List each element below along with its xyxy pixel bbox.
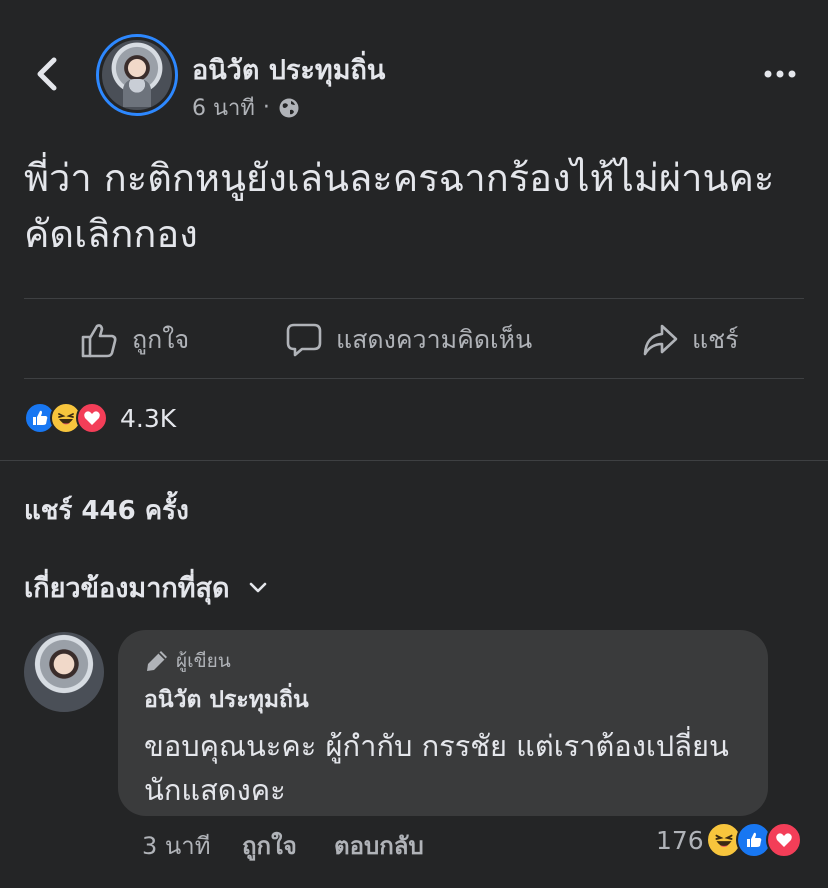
post-header: อนิวัต ประทุมถิ่น 6 นาที · [0, 0, 828, 140]
comment-sort-dropdown[interactable]: เกี่ยวข้องมากที่สุด [24, 566, 270, 609]
like-button[interactable]: ถูกใจ [80, 318, 189, 362]
comment-button[interactable]: แสดงความคิดเห็น [286, 318, 532, 362]
post-time[interactable]: 6 นาที [192, 90, 255, 125]
chevron-down-icon [249, 582, 266, 592]
pen-icon [147, 651, 167, 671]
comment-text: ขอบคุณนะคะ ผู้กำกับ กรรชัย แต่เราต้องเปล… [144, 729, 729, 807]
comment-reply-button[interactable]: ตอบกลับ [334, 826, 424, 865]
comment-label: แสดงความคิดเห็น [336, 325, 533, 354]
author-badge: ผู้เขียน [144, 646, 742, 676]
comment-avatar[interactable] [24, 632, 104, 712]
share-button[interactable]: แชร์ [642, 318, 739, 362]
divider-top [24, 298, 804, 299]
section-divider [0, 460, 828, 461]
love-reaction-icon [766, 822, 802, 858]
post-text: พี่ว่า กะติกหนูยังเล่นละครฉากร้องไห้ไม่ผ… [24, 156, 775, 256]
comment-bubble: ผู้เขียน อนิวัต ประทุมถิ่น ขอบคุณนะคะ ผู… [118, 630, 768, 816]
comment-reactions[interactable] [706, 822, 802, 858]
author-name[interactable]: อนิวัต ประทุมถิ่น [192, 48, 385, 91]
globe-icon [279, 98, 299, 117]
post-meta: 6 นาที · [192, 90, 300, 125]
comment-time: 3 นาที [142, 832, 211, 860]
comment-bubble-icon [286, 323, 322, 357]
badge-label: ผู้เขียน [176, 650, 231, 672]
reaction-count: 4.3K [120, 403, 177, 433]
share-arrow-icon [643, 324, 678, 356]
share-label: แชร์ [692, 325, 739, 354]
meta-separator: · [262, 95, 270, 120]
sort-label: เกี่ยวข้องมากที่สุด [24, 573, 230, 604]
chevron-left-icon [37, 57, 57, 91]
more-dots-icon [764, 70, 796, 78]
divider-bottom [24, 378, 804, 379]
love-reaction-icon [76, 402, 108, 434]
author-avatar[interactable] [96, 34, 178, 116]
avatar-image [102, 40, 172, 110]
comment-like-button[interactable]: ถูกใจ [242, 826, 297, 865]
share-count[interactable]: แชร์ 446 ครั้ง [24, 490, 189, 531]
back-button[interactable] [30, 52, 66, 96]
more-options-button[interactable] [762, 62, 798, 86]
comment-author[interactable]: อนิวัต ประทุมถิ่น [144, 682, 742, 718]
reactions-summary[interactable]: 4.3K [24, 402, 176, 434]
comment-reaction-count[interactable]: 176 [656, 826, 704, 855]
post-page: อนิวัต ประทุมถิ่น 6 นาที · พี่ว่า กะติกห… [0, 0, 828, 888]
thumbs-up-icon [81, 324, 117, 358]
like-label: ถูกใจ [132, 325, 190, 354]
